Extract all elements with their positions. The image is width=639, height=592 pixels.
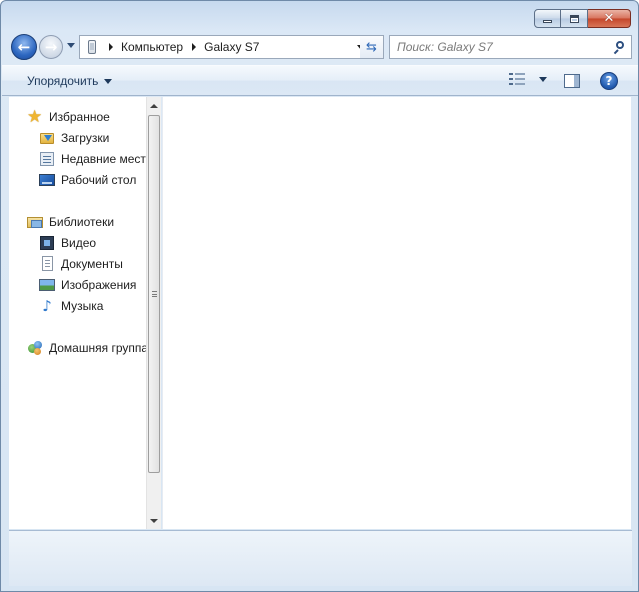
minimize-icon (543, 20, 552, 23)
navigation-bar: ← → Компьютер Galaxy S7 ⇆ (10, 33, 632, 61)
window-caption-buttons: ✕ (534, 9, 631, 28)
minimize-button[interactable] (534, 9, 561, 28)
breadcrumb-galaxy-s7[interactable]: Galaxy S7 (204, 40, 259, 54)
recent-places-icon (39, 151, 55, 167)
preview-pane-icon[interactable] (564, 74, 580, 88)
search-input[interactable] (397, 40, 607, 54)
documents-library-icon (39, 256, 55, 272)
address-bar[interactable]: Компьютер Galaxy S7 (79, 35, 371, 59)
close-icon: ✕ (603, 11, 615, 26)
breadcrumb-computer[interactable]: Компьютер (121, 40, 183, 54)
chevron-down-icon (104, 78, 113, 84)
downloads-folder-icon (39, 130, 55, 146)
nav-group-favorites[interactable]: ★ Избранное (27, 107, 110, 127)
organize-button[interactable]: Упорядочить (27, 74, 113, 88)
organize-label: Упорядочить (27, 74, 99, 88)
help-icon[interactable]: ? (600, 72, 618, 90)
sidebar-item-label: Музыка (61, 299, 104, 313)
libraries-icon (27, 214, 43, 230)
maximize-button[interactable] (561, 9, 588, 28)
sidebar-item-downloads[interactable]: Загрузки (39, 128, 109, 148)
navigation-pane-scrollbar[interactable] (146, 97, 161, 529)
refresh-icon: ⇆ (366, 39, 377, 55)
search-icon[interactable] (613, 41, 625, 55)
close-button[interactable]: ✕ (588, 9, 631, 28)
nav-group-libraries[interactable]: Библиотеки (27, 212, 114, 232)
pictures-library-icon (39, 277, 55, 293)
sidebar-item-pictures[interactable]: Изображения (39, 275, 136, 295)
sidebar-item-video[interactable]: Видео (39, 233, 96, 253)
sidebar-item-recent-places[interactable]: Недавние места (39, 149, 146, 169)
scroll-grip-icon (151, 291, 157, 297)
desktop-icon (39, 172, 55, 188)
maximize-icon (569, 14, 579, 23)
chevron-down-icon[interactable] (539, 76, 547, 82)
nav-group-label: Библиотеки (49, 215, 115, 229)
command-bar: Упорядочить ? (2, 65, 638, 96)
refresh-button[interactable]: ⇆ (360, 35, 384, 59)
sidebar-item-desktop[interactable]: Рабочий стол (39, 170, 136, 190)
sidebar-item-documents[interactable]: Документы (39, 254, 123, 274)
details-pane (9, 530, 632, 586)
sidebar-item-label: Документы (61, 257, 123, 271)
views-icon (509, 72, 525, 86)
phone-device-icon (84, 39, 100, 55)
recent-pages-dropdown[interactable] (67, 43, 75, 48)
sidebar-item-label: Изображения (61, 278, 137, 292)
sidebar-item-music[interactable]: ♪ Музыка (39, 296, 103, 316)
music-library-icon: ♪ (42, 297, 52, 315)
nav-group-label: Домашняя группа (49, 341, 146, 355)
scroll-up-arrow-icon[interactable] (147, 97, 161, 114)
explorer-window: ✕ ← → Компьютер Galaxy S7 ⇆ Поиск: Galax… (0, 0, 639, 592)
search-box[interactable] (389, 35, 632, 59)
change-view-button[interactable] (509, 72, 547, 86)
navigation-pane: ★ Избранное Загрузки Недавние места Рабо… (9, 97, 146, 529)
video-library-icon (39, 235, 55, 251)
scrollbar-thumb[interactable] (148, 115, 160, 473)
forward-arrow-icon: → (44, 37, 58, 56)
back-arrow-icon: ← (17, 37, 31, 56)
sidebar-item-label: Недавние места (61, 152, 146, 166)
scroll-down-arrow-icon[interactable] (147, 512, 161, 529)
sidebar-item-label: Загрузки (61, 131, 110, 145)
nav-group-homegroup[interactable]: Домашняя группа (27, 338, 146, 358)
forward-button[interactable]: → (39, 35, 63, 59)
sidebar-item-label: Рабочий стол (61, 173, 137, 187)
breadcrumb-chevron-icon[interactable] (192, 43, 197, 51)
nav-group-label: Избранное (49, 110, 110, 124)
homegroup-icon (27, 340, 43, 356)
favorites-star-icon: ★ (27, 107, 43, 127)
sidebar-item-label: Видео (61, 236, 97, 250)
file-list-pane[interactable] (162, 97, 631, 529)
back-button[interactable]: ← (11, 34, 37, 60)
breadcrumb-chevron-icon[interactable] (109, 43, 113, 51)
